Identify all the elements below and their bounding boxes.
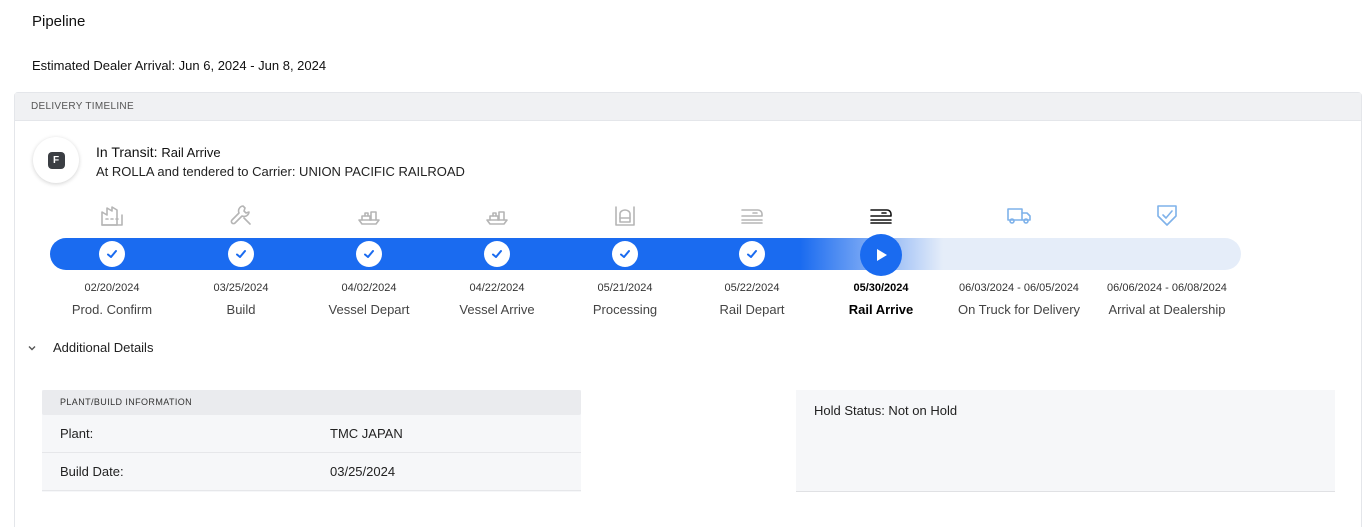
truck-icon — [1005, 201, 1033, 229]
ship-icon — [355, 201, 383, 229]
plant-build-panel: PLANT/BUILD INFORMATION Plant: TMC JAPAN… — [42, 390, 581, 492]
page-title: Pipeline — [32, 13, 86, 30]
plant-value: TMC JAPAN — [330, 426, 403, 441]
rail-icon — [738, 201, 766, 229]
build-date-key: Build Date: — [60, 464, 124, 479]
factory-icon — [98, 201, 126, 229]
transit-status-detail: At ROLLA and tendered to Carrier: UNION … — [96, 164, 465, 179]
transit-status-label: In Transit: — [96, 144, 158, 160]
ship-icon — [483, 201, 511, 229]
wrench-icon — [227, 201, 255, 229]
step-date: 06/06/2024 - 06/08/2024 — [1107, 282, 1227, 294]
processing-icon — [611, 201, 639, 229]
hold-status-panel: Hold Status: Not on Hold — [796, 390, 1335, 492]
build-date-row: Build Date: 03/25/2024 — [42, 453, 581, 491]
additional-details-toggle[interactable]: Additional Details — [27, 340, 153, 355]
shield-check-icon — [1153, 201, 1181, 229]
status-badge: F — [33, 137, 79, 183]
hold-status: Hold Status: Not on Hold — [814, 403, 958, 418]
check-icon — [739, 241, 765, 267]
plant-key: Plant: — [60, 426, 94, 441]
estimated-arrival: Estimated Dealer Arrival: Jun 6, 2024 - … — [32, 58, 327, 73]
step-label: Arrival at Dealership — [1108, 302, 1226, 317]
badge-letter: F — [47, 151, 65, 169]
chevron-down-icon — [27, 343, 37, 353]
delivery-timeline-card: DELIVERY TIMELINE F In Transit: Rail Arr… — [14, 92, 1362, 527]
play-icon — [860, 234, 902, 276]
check-icon — [228, 241, 254, 267]
check-icon — [356, 241, 382, 267]
check-icon — [99, 241, 125, 267]
rail-icon — [867, 201, 895, 229]
build-date-value: 03/25/2024 — [330, 464, 396, 479]
check-icon — [612, 241, 638, 267]
check-icon — [484, 241, 510, 267]
additional-details-label: Additional Details — [53, 340, 154, 355]
transit-status-value: Rail Arrive — [161, 145, 221, 160]
plant-row: Plant: TMC JAPAN — [42, 415, 581, 453]
transit-status: In Transit: Rail Arrive — [96, 144, 221, 160]
delivery-timeline-header: DELIVERY TIMELINE — [15, 93, 1361, 121]
plant-build-header: PLANT/BUILD INFORMATION — [42, 390, 581, 415]
